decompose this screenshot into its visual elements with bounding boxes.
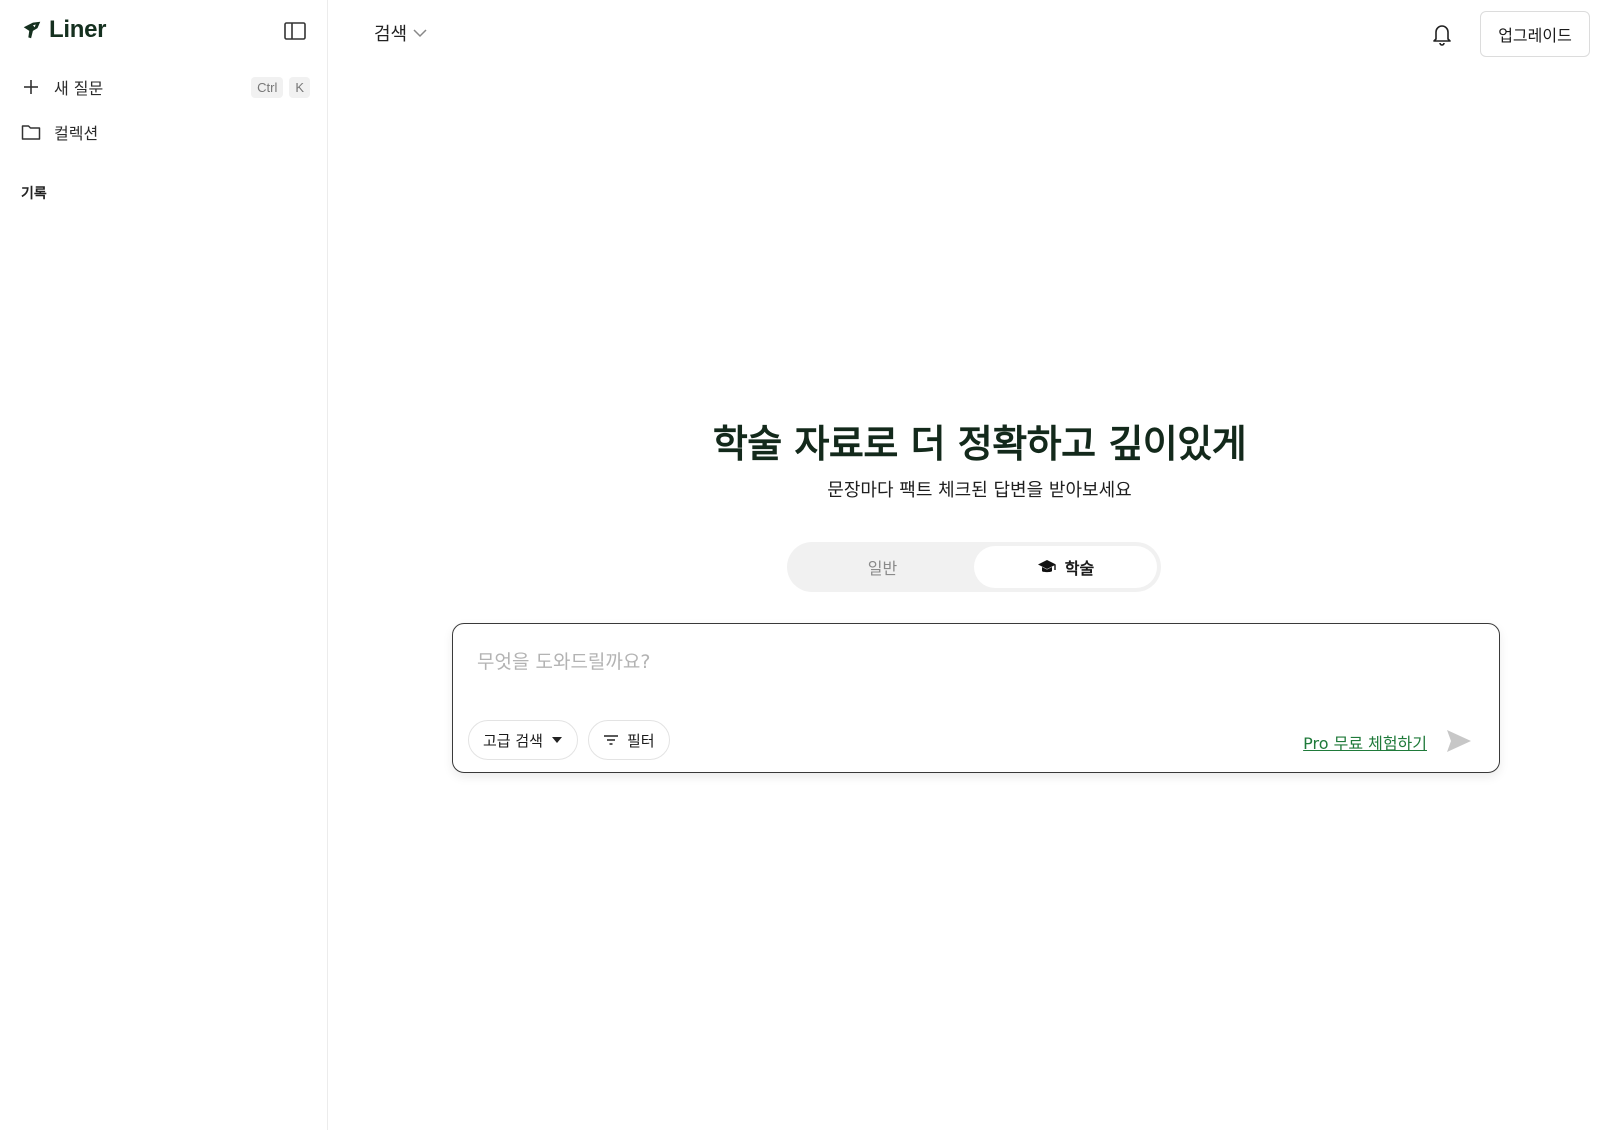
filter-icon	[604, 735, 618, 745]
app-root: Liner 새 질문 Ctrl K 컬렉션 기록 검색 업그레이드 학술 자료로…	[0, 0, 1600, 1130]
history-section-label: 기록	[21, 186, 47, 202]
chevron-down-icon	[413, 29, 427, 38]
hero-title: 학술 자료로 더 정확하고 깊이있게	[712, 422, 1247, 466]
shortcut-key-k: K	[289, 76, 310, 98]
advanced-search-label: 고급 검색	[483, 731, 543, 750]
logo-text: Liner	[49, 16, 107, 43]
search-input[interactable]	[477, 646, 1457, 678]
caret-down-icon	[551, 737, 562, 743]
sidebar-item-collections[interactable]: 컬렉션	[20, 115, 310, 149]
bell-icon	[1433, 25, 1451, 46]
collections-label: 컬렉션	[54, 124, 99, 143]
new-question-label: 새 질문	[54, 79, 104, 98]
sidebar: Liner 새 질문 Ctrl K 컬렉션 기록	[0, 0, 328, 1130]
plus-icon	[20, 76, 42, 98]
advanced-search-button[interactable]: 고급 검색	[468, 720, 578, 760]
tab-academic[interactable]: 학술	[974, 546, 1157, 588]
mode-dropdown-label: 검색	[374, 24, 408, 45]
sidebar-toggle-button[interactable]	[282, 19, 308, 43]
notifications-button[interactable]	[1428, 20, 1456, 48]
send-button[interactable]	[1445, 727, 1473, 755]
liner-logo[interactable]: Liner	[21, 16, 106, 44]
liner-logo-icon	[23, 21, 41, 39]
pro-trial-link[interactable]: Pro 무료 체험하기	[1303, 730, 1427, 754]
send-icon	[1447, 730, 1471, 752]
hero-subtitle: 문장마다 팩트 체크된 답변을 받아보세요	[827, 480, 1132, 501]
tab-general[interactable]: 일반	[791, 546, 974, 588]
new-question-button[interactable]: 새 질문 Ctrl K	[20, 70, 310, 104]
graduation-cap-icon	[1037, 560, 1056, 573]
sidebar-panel-icon	[284, 22, 306, 40]
filter-label: 필터	[627, 731, 655, 750]
search-mode-tabs: 일반 학술	[787, 542, 1161, 592]
shortcut-key-ctrl: Ctrl	[251, 76, 284, 98]
tab-general-label: 일반	[867, 559, 898, 578]
search-box: 고급 검색 필터 Pro 무료 체험하기	[452, 623, 1500, 773]
upgrade-button[interactable]: 업그레이드	[1480, 11, 1590, 57]
filter-button[interactable]: 필터	[588, 720, 670, 760]
folder-icon	[20, 121, 42, 143]
mode-dropdown[interactable]: 검색	[374, 20, 427, 46]
main-content: 검색 업그레이드 학술 자료로 더 정확하고 깊이있게 문장마다 팩트 체크된 …	[328, 0, 1600, 1130]
shortcut-hint: Ctrl K	[251, 76, 310, 98]
tab-academic-label: 학술	[1064, 559, 1095, 578]
